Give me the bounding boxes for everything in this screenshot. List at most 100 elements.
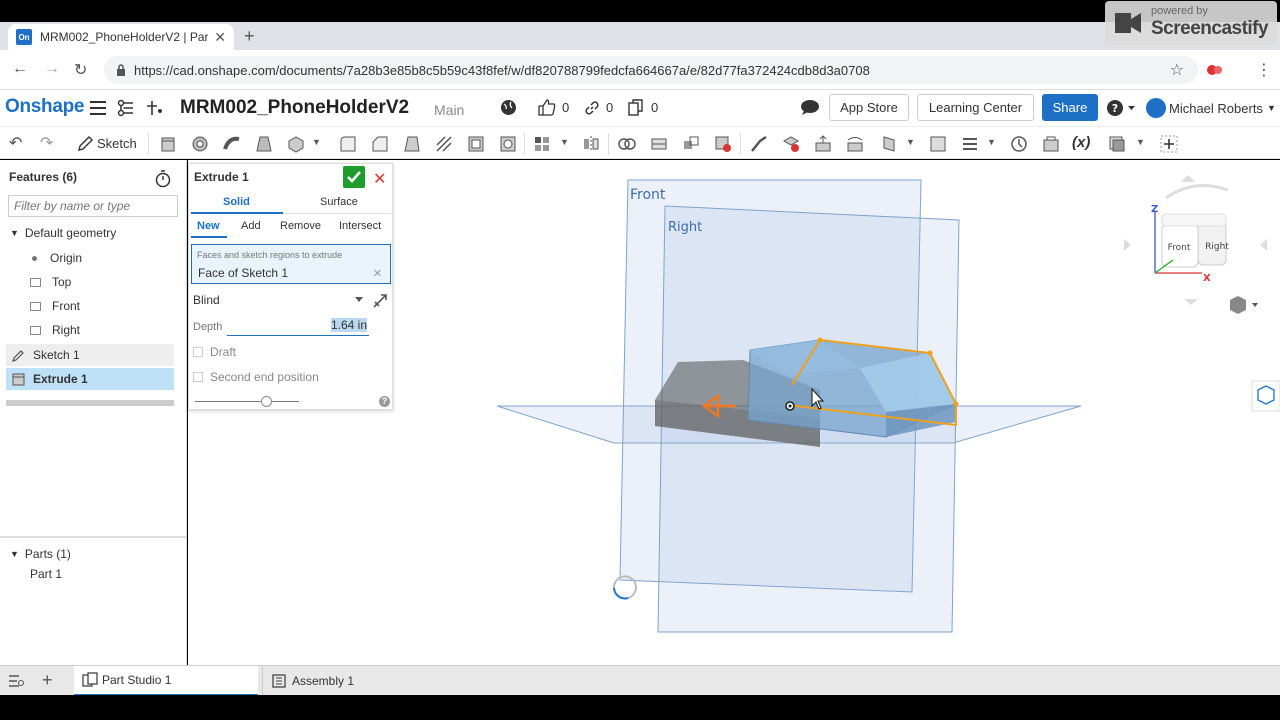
user-menu[interactable]: Michael Roberts ▼ <box>1146 98 1276 118</box>
insert-icon[interactable] <box>146 99 164 117</box>
pattern-icon[interactable] <box>533 135 551 153</box>
chamfer-icon[interactable] <box>371 135 389 153</box>
op-remove[interactable]: Remove <box>280 220 321 232</box>
fillet-icon[interactable] <box>339 135 357 153</box>
slider-knob[interactable] <box>261 396 272 407</box>
delete-part-icon[interactable] <box>714 135 732 153</box>
revolve-icon[interactable] <box>191 135 209 153</box>
rollback-bar[interactable] <box>6 400 174 406</box>
like-icon[interactable] <box>538 99 556 116</box>
chevron-down-icon[interactable]: ▼ <box>906 137 915 147</box>
learning-center-button[interactable]: Learning Center <box>917 94 1034 121</box>
rollback-timer-icon[interactable] <box>155 170 171 188</box>
selection-field[interactable]: Faces and sketch regions to extrude Face… <box>191 244 391 284</box>
hamburger-menu-icon[interactable] <box>90 101 106 115</box>
view-options-icon[interactable] <box>1230 296 1258 314</box>
reload-icon[interactable]: ↻ <box>74 60 87 80</box>
draft-icon[interactable] <box>403 135 421 153</box>
redo-icon[interactable]: ↷ <box>40 133 53 153</box>
measure-icon[interactable] <box>1010 135 1028 153</box>
split-icon[interactable] <box>650 135 668 153</box>
back-icon[interactable]: ← <box>12 60 28 78</box>
tree-item-sketch[interactable]: Sketch 1 <box>6 344 174 366</box>
copy-icon[interactable] <box>628 99 644 116</box>
url-field[interactable]: https://cad.onshape.com/documents/7a28b3… <box>104 56 1198 84</box>
tree-item-top[interactable]: Top <box>6 271 174 293</box>
sheet-metal-icon[interactable] <box>961 135 979 153</box>
tab-list-icon[interactable] <box>8 674 24 688</box>
draft-checkbox[interactable]: Draft <box>193 345 236 359</box>
variable-icon[interactable]: (x) <box>1072 134 1090 151</box>
parts-group[interactable]: ▼ Parts (1) <box>6 543 174 565</box>
forward-icon[interactable]: → <box>44 60 60 78</box>
sketch-pencil-icon[interactable] <box>76 135 94 153</box>
flip-direction-icon[interactable] <box>372 293 388 309</box>
plane-icon[interactable] <box>880 135 898 153</box>
browser-tab[interactable]: On MRM002_PhoneHolderV2 | Part ✕ <box>8 24 234 50</box>
chevron-down-icon[interactable]: ▼ <box>1136 137 1145 147</box>
section-view-icon[interactable] <box>1042 135 1060 153</box>
end-type-select[interactable]: Blind <box>193 293 220 307</box>
close-tab-icon[interactable]: ✕ <box>214 29 226 46</box>
comment-icon[interactable] <box>800 99 820 116</box>
display-mode-icon[interactable] <box>1251 380 1280 412</box>
op-new[interactable]: New <box>197 220 220 232</box>
mirror-icon[interactable] <box>582 135 600 153</box>
sweep-icon[interactable] <box>223 135 241 153</box>
document-title[interactable]: MRM002_PhoneHolderV2 <box>180 97 409 119</box>
bookmark-star-icon[interactable]: ☆ <box>1170 60 1184 80</box>
help-icon[interactable]: ? <box>1106 99 1138 117</box>
tab-part-studio[interactable]: Part Studio 1 <box>74 666 258 696</box>
modify-fillet-icon[interactable] <box>750 135 768 153</box>
remove-selection-icon[interactable]: ✕ <box>373 267 382 280</box>
view-cube[interactable]: Front Right Z X <box>1124 175 1267 305</box>
panel-divider[interactable] <box>0 536 187 538</box>
chevron-down-icon[interactable]: ▼ <box>312 137 321 147</box>
part-item[interactable]: Part 1 <box>6 563 174 585</box>
tree-item-front[interactable]: Front <box>6 295 174 317</box>
chevron-down-icon[interactable] <box>355 297 363 302</box>
globe-icon[interactable] <box>500 99 517 116</box>
delete-face-icon[interactable] <box>782 135 800 153</box>
move-face-icon[interactable] <box>814 135 832 153</box>
tree-item-right[interactable]: Right <box>6 319 174 341</box>
thicken-icon[interactable] <box>287 135 305 153</box>
onshape-logo[interactable]: Onshape <box>5 96 85 118</box>
browser-menu-icon[interactable]: ⋮ <box>1256 60 1272 80</box>
loft-icon[interactable] <box>255 135 273 153</box>
link-icon[interactable] <box>584 100 600 116</box>
help-icon[interactable]: ? <box>379 396 390 407</box>
custom-features-icon[interactable] <box>1108 135 1126 153</box>
rib-icon[interactable] <box>435 135 453 153</box>
sketch-button[interactable]: Sketch <box>97 136 137 151</box>
transform-icon[interactable] <box>682 135 700 153</box>
add-custom-feature-icon[interactable] <box>1160 135 1178 153</box>
preview-slider[interactable] <box>195 396 299 407</box>
undo-icon[interactable]: ↶ <box>9 133 22 153</box>
tab-assembly[interactable]: Assembly 1 <box>262 666 448 696</box>
boolean-icon[interactable] <box>618 135 636 153</box>
tree-item-extrude[interactable]: Extrude 1 <box>6 368 174 390</box>
cancel-button[interactable]: ✕ <box>373 169 386 189</box>
depth-input[interactable]: 1.64 in <box>227 318 369 336</box>
default-geometry-group[interactable]: ▼ Default geometry <box>6 222 174 244</box>
add-tab-icon[interactable]: + <box>42 670 53 691</box>
tab-solid[interactable]: Solid <box>223 196 250 208</box>
accept-button[interactable] <box>343 166 365 188</box>
share-button[interactable]: Share <box>1042 94 1098 121</box>
op-add[interactable]: Add <box>241 220 261 232</box>
mate-connector-icon[interactable] <box>929 135 947 153</box>
shell-icon[interactable] <box>467 135 485 153</box>
tab-surface[interactable]: Surface <box>320 196 358 208</box>
replace-face-icon[interactable] <box>846 135 864 153</box>
chevron-down-icon[interactable]: ▼ <box>987 137 996 147</box>
extrude-icon[interactable] <box>159 135 177 153</box>
hole-icon[interactable] <box>499 135 517 153</box>
version-graph-icon[interactable] <box>117 99 135 117</box>
app-store-button[interactable]: App Store <box>829 94 909 121</box>
new-tab-icon[interactable]: + <box>244 26 255 47</box>
chevron-down-icon[interactable]: ▼ <box>560 137 569 147</box>
op-intersect[interactable]: Intersect <box>339 220 381 232</box>
second-end-checkbox[interactable]: Second end position <box>193 370 319 384</box>
feature-filter-input[interactable] <box>8 195 178 217</box>
